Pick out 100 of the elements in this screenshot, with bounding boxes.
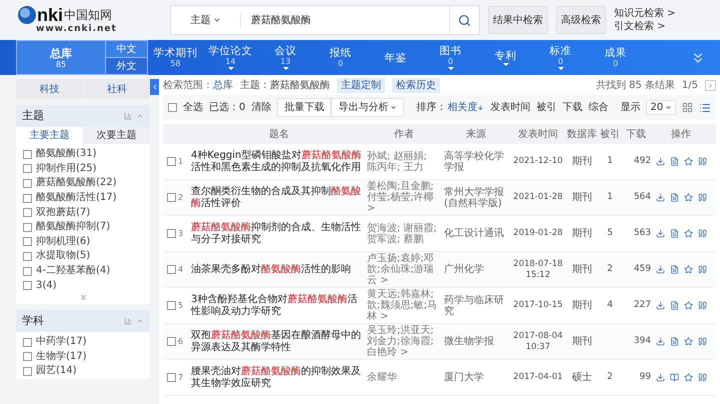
source-cell[interactable]: 广州化学 [441, 264, 511, 275]
checkbox[interactable] [23, 366, 32, 376]
download-icon[interactable] [656, 265, 664, 274]
authors-cell[interactable]: 卢玉扬;袁婷;邓歆;余仙珠;游瑞云 > [367, 253, 441, 286]
checkbox[interactable] [167, 193, 176, 202]
download-icon[interactable] [656, 373, 664, 382]
nav-tab[interactable]: 年鉴 [368, 40, 423, 75]
nav-tab[interactable]: 成果 0 [588, 40, 643, 75]
filter-item[interactable]: 双孢蘑菇(7) [36, 206, 90, 219]
document-icon[interactable] [670, 301, 678, 310]
column-header[interactable]: 下载 [621, 126, 651, 142]
quote-icon[interactable] [698, 193, 706, 202]
authors-cell[interactable]: 姜松陶;且金鹏;付莹;杨莹;许椰 > [367, 181, 441, 214]
checkbox[interactable] [167, 373, 176, 382]
download-icon[interactable] [656, 193, 664, 202]
document-icon[interactable] [670, 157, 678, 166]
download-icon[interactable] [656, 229, 664, 238]
search-field-dropdown[interactable]: 主题 [171, 12, 241, 28]
authors-cell[interactable]: 吴玉玲;洪亚天;刘金力;徐海霞;白艳玲 > [367, 325, 441, 358]
favorite-icon[interactable] [684, 157, 692, 166]
document-icon[interactable] [670, 229, 678, 238]
category-tab[interactable]: 社科 [84, 79, 150, 99]
chart-icon[interactable] [124, 112, 132, 120]
favorite-icon[interactable] [684, 373, 692, 382]
export-dropdown[interactable]: 导出与分析 [331, 98, 404, 117]
quote-icon[interactable] [698, 265, 706, 274]
checkbox[interactable] [23, 252, 32, 261]
sort-option[interactable]: 相关度 [447, 100, 484, 115]
checkbox[interactable] [167, 337, 176, 346]
document-icon[interactable] [670, 337, 678, 346]
nav-tab[interactable]: 学位论文 14 [203, 40, 258, 75]
quote-icon[interactable] [698, 157, 706, 166]
filter-item[interactable]: 中药学(17) [36, 336, 87, 348]
authors-cell[interactable]: 孙斌; 赵丽娟; 陈丙年; 王力 [367, 150, 441, 172]
favorite-icon[interactable] [684, 265, 692, 274]
authors-cell[interactable]: 黄天远;韩嘉林;歆;魏须思;敏;马林 > [367, 289, 441, 322]
checkbox[interactable] [168, 103, 177, 112]
checkbox[interactable] [167, 265, 176, 274]
checkbox[interactable] [23, 208, 32, 218]
batch-download-button[interactable]: 批量下载 [277, 98, 332, 117]
column-header[interactable]: 被引 [599, 126, 621, 142]
subtopic-tab[interactable]: 次要主题 [83, 127, 150, 144]
filter-item[interactable]: 酪氨酸酶(31) [36, 148, 97, 160]
search-link[interactable]: 知识元检索 > [614, 8, 676, 20]
checkbox[interactable] [23, 222, 32, 232]
paper-title[interactable]: 腰果壳油对蘑菇酪氨酸酶的抑制效果及其生物学效应研究 [191, 366, 367, 390]
nav-tab[interactable]: 学术期刊 58 [148, 40, 203, 75]
sort-option[interactable]: 被引 [536, 100, 556, 115]
download-icon[interactable] [656, 301, 664, 310]
favorite-icon[interactable] [684, 229, 692, 238]
nav-tab[interactable]: 会议 13 [258, 40, 313, 75]
filter-item[interactable]: 抑制机理(6) [36, 236, 90, 248]
checkbox[interactable] [23, 352, 32, 362]
sort-option[interactable]: 发表时间 [490, 100, 530, 115]
filter-item[interactable]: 抑制作用(25) [36, 162, 97, 175]
download-icon[interactable] [656, 157, 664, 166]
filter-item[interactable]: 酪氨酸酶活性(17) [36, 192, 117, 204]
source-cell[interactable]: 微生物学报 [441, 336, 511, 347]
document-icon[interactable] [670, 193, 678, 202]
checkbox[interactable] [23, 237, 32, 246]
nav-tab[interactable]: 报纸 0 [313, 40, 368, 75]
quote-icon[interactable] [698, 229, 706, 238]
column-header[interactable]: 发表时间 [511, 126, 565, 142]
search-option-button[interactable]: 结果中检索 [488, 6, 548, 34]
document-icon[interactable] [670, 265, 678, 274]
quote-icon[interactable] [698, 373, 706, 382]
checkbox[interactable] [167, 301, 176, 310]
page-size-dropdown[interactable]: 20 [646, 100, 676, 115]
select-all-label[interactable]: 全选 [183, 100, 203, 115]
column-header[interactable]: 来源 [441, 126, 511, 142]
nav-tab[interactable]: 图书 0 [423, 40, 478, 75]
nav-tab[interactable]: 专利 [478, 40, 533, 75]
scope-button[interactable]: 检索历史 [392, 78, 440, 92]
favorite-icon[interactable] [684, 337, 692, 346]
more-icon[interactable] [78, 292, 88, 302]
collapse-icon[interactable] [136, 112, 144, 120]
paper-title[interactable]: 查尔酮类衍生物的合成及其抑制酪氨酸酶活性评价 [191, 186, 367, 210]
search-bar[interactable]: 主题 蘑菇酪氨酸酶 [170, 5, 480, 35]
filter-item[interactable]: 生物学(17) [36, 350, 87, 363]
category-tab[interactable]: 科技 [16, 79, 82, 99]
column-header[interactable]: 题名 [191, 126, 367, 142]
checkbox[interactable] [23, 266, 32, 276]
book-icon[interactable] [670, 373, 678, 382]
source-cell[interactable]: 化工设计通讯 [441, 228, 511, 239]
nav-tab[interactable]: 总库 85 中文 外文 [16, 40, 148, 75]
paper-title[interactable]: 蘑菇酪氨酸酶抑制剂的合成、生物活性与分子对接研究 [191, 222, 367, 246]
checkbox[interactable] [23, 338, 32, 347]
checkbox[interactable] [23, 164, 32, 174]
filter-item[interactable]: 3(4) [36, 280, 57, 292]
search-input[interactable]: 蘑菇酪氨酸酶 [241, 12, 449, 28]
filter-item[interactable]: 酪氨酸酶抑制(7) [36, 221, 110, 234]
authors-cell[interactable]: 余耀华 [367, 372, 441, 383]
source-cell[interactable]: 常州大学学报(自然科学版) [441, 186, 511, 208]
paper-title[interactable]: 3种含酚羟基化合物对蘑菇酪氨酸酶活性影响及动力学研究 [191, 294, 367, 318]
column-header[interactable]: 数据库 [565, 126, 599, 142]
source-cell[interactable]: 药学与临床研究 [441, 294, 511, 316]
filter-item[interactable]: 水提取物(5) [36, 250, 90, 262]
quote-icon[interactable] [698, 337, 706, 346]
download-icon[interactable] [656, 337, 664, 346]
checkbox[interactable] [167, 157, 176, 166]
